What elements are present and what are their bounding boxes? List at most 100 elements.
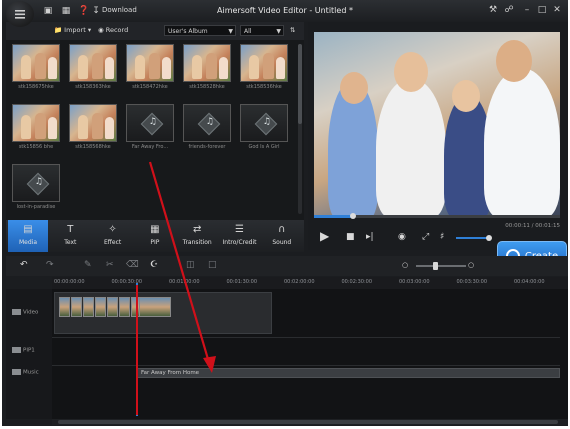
ruler-tick-label: 00:04:00:00 <box>514 279 545 285</box>
ruler-tick-label: 00:03:30:00 <box>456 279 488 285</box>
tools-wrench-icon[interactable]: ⚒ <box>486 4 500 16</box>
snapshot-icon[interactable]: ◉ <box>398 232 406 242</box>
video-figure <box>394 52 428 92</box>
clip-thumbnail[interactable] <box>95 297 106 317</box>
library-item[interactable]: stk158536hke <box>240 44 288 90</box>
clip-thumbnail[interactable] <box>139 297 171 317</box>
tab-transition[interactable]: ⇄ Transition <box>177 220 217 252</box>
next-frame-icon[interactable]: ▸| <box>366 232 374 242</box>
library-item[interactable]: stk158472hke <box>126 44 174 90</box>
sort-icon[interactable]: ⇅ <box>290 26 295 34</box>
timeline-scrollbar[interactable] <box>52 419 568 425</box>
volume-slider[interactable] <box>456 235 492 241</box>
zoom-in-icon[interactable]: ○ <box>468 261 474 269</box>
photo-thumbnail[interactable] <box>126 44 174 82</box>
photo-figure <box>263 53 274 79</box>
redo-icon[interactable]: ↷ <box>46 260 54 270</box>
library-item[interactable]: ♫ God Is A Girl <box>240 104 288 150</box>
library-item[interactable]: stk158675hke <box>12 44 60 90</box>
photo-thumbnail[interactable] <box>240 44 288 82</box>
ruler-tick-label: 00:01:30:00 <box>226 279 258 285</box>
minimize-button[interactable]: – <box>520 4 534 16</box>
media-icon: ▤ <box>23 224 33 235</box>
music-clip[interactable]: Far Away From Home <box>136 368 560 378</box>
music-note-icon: ♫ <box>26 172 50 196</box>
seek-handle[interactable] <box>350 213 357 219</box>
voiceover-mic-icon[interactable]: ☪ <box>150 260 158 270</box>
photo-thumbnail[interactable] <box>183 44 231 82</box>
library-item-caption: stk158363hke <box>75 84 111 90</box>
library-item[interactable]: stk158363hke <box>69 44 117 90</box>
library-item[interactable]: stk158568hke <box>69 104 117 150</box>
music-thumbnail[interactable]: ♫ <box>12 164 60 202</box>
photo-figure <box>276 57 285 79</box>
timeline-scroll-thumb[interactable] <box>58 420 558 424</box>
stop-icon[interactable]: ■ <box>346 232 355 242</box>
preview-seek-bar[interactable] <box>314 213 560 219</box>
zoom-slider[interactable] <box>416 265 466 267</box>
tab-intro-credit[interactable]: ☰ Intro/Credit <box>220 220 260 252</box>
library-scrollbar[interactable] <box>298 44 302 214</box>
clip-thumbnail[interactable] <box>119 297 130 317</box>
library-item-caption: stk15856 bhe <box>18 144 54 150</box>
filter-select[interactable]: All ▼ <box>240 25 284 36</box>
album-select[interactable]: User's Album ▼ <box>164 25 236 36</box>
zoom-out-icon[interactable]: ○ <box>402 261 408 269</box>
photo-thumbnail[interactable] <box>69 44 117 82</box>
library-item[interactable]: ♫ Far Away Fro... <box>126 104 174 150</box>
tab-label: PIP <box>150 239 160 246</box>
library-item[interactable]: stk15856 bhe <box>12 104 60 150</box>
music-thumbnail[interactable]: ♫ <box>183 104 231 142</box>
tab-effect[interactable]: ✧ Effect <box>93 220 133 252</box>
cart-icon[interactable]: ☍ <box>502 4 516 16</box>
photo-thumbnail[interactable] <box>12 104 60 142</box>
tab-pip[interactable]: ▦ PIP <box>135 220 175 252</box>
library-item-caption: stk158568hke <box>75 144 111 150</box>
clip-thumbnail[interactable] <box>107 297 118 317</box>
photo-figure <box>105 117 114 139</box>
cut-icon[interactable]: ✂ <box>106 260 114 270</box>
app-logo[interactable] <box>6 1 34 27</box>
tab-sound[interactable]: ∩ Sound <box>262 220 302 252</box>
photo-thumbnail[interactable] <box>69 104 117 142</box>
undo-icon[interactable]: ↶ <box>20 260 28 270</box>
edit-icon[interactable]: ✎ <box>84 260 92 270</box>
headphones-icon: ∩ <box>278 224 286 235</box>
music-thumbnail[interactable]: ♫ <box>126 104 174 142</box>
volume-handle[interactable] <box>486 235 492 241</box>
library-item[interactable]: stk158528hke <box>183 44 231 90</box>
video-figure <box>376 78 446 218</box>
video-figure <box>496 40 532 82</box>
fullscreen-icon[interactable]: ⤢ <box>422 232 429 242</box>
track-label: Video <box>23 309 39 316</box>
text-icon: T <box>67 224 74 235</box>
menu-lines-icon <box>15 10 25 19</box>
crop-icon[interactable]: □ <box>208 260 217 270</box>
clip-thumbnail[interactable] <box>83 297 94 317</box>
split-icon[interactable]: ◫ <box>186 260 195 270</box>
photo-figure <box>192 55 202 79</box>
tab-text[interactable]: T Text <box>50 220 90 252</box>
video-clip-strip[interactable] <box>54 292 272 334</box>
library-item[interactable]: ♫ friends-forever <box>183 104 231 150</box>
library-item[interactable]: ♫ lost-in-paradise <box>12 164 60 210</box>
tab-label: Intro/Credit <box>222 239 257 246</box>
delete-icon[interactable]: ⌫ <box>126 260 139 270</box>
tab-media[interactable]: ▤ Media <box>8 220 48 252</box>
record-button[interactable]: ◉ Record <box>98 26 128 34</box>
photo-thumbnail[interactable] <box>12 44 60 82</box>
volume-icon[interactable]: ♯ <box>440 232 444 242</box>
video-track-icon <box>12 309 21 315</box>
clip-thumbnail[interactable] <box>59 297 70 317</box>
maximize-button[interactable]: □ <box>535 4 549 16</box>
close-button[interactable]: ✕ <box>550 4 564 16</box>
import-button[interactable]: 📁 Import ▾ <box>54 26 91 34</box>
playhead[interactable] <box>136 283 138 416</box>
tab-label: Media <box>18 239 38 246</box>
zoom-handle[interactable] <box>433 262 438 270</box>
play-icon[interactable]: ▶ <box>320 229 329 243</box>
clip-thumbnail[interactable] <box>71 297 82 317</box>
library-scroll-thumb[interactable] <box>298 44 302 124</box>
music-thumbnail[interactable]: ♫ <box>240 104 288 142</box>
music-note-icon: ♫ <box>254 112 278 136</box>
